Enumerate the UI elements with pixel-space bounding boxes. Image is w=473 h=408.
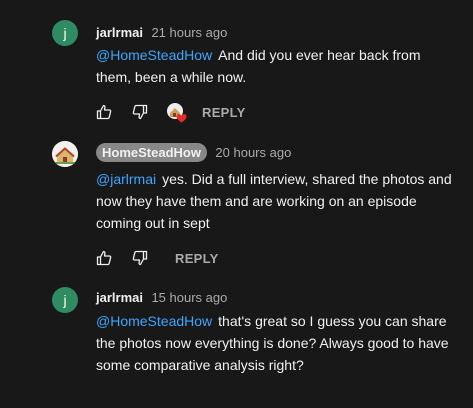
reply-button[interactable]: REPLY xyxy=(175,251,219,266)
dislike-icon[interactable] xyxy=(132,104,148,120)
avatar[interactable]: j xyxy=(52,20,78,46)
mention-link[interactable]: @HomeSteadHow xyxy=(96,313,212,329)
comment-text: @HomeSteadHow And did you ever hear back … xyxy=(96,47,421,85)
comment-header: jarlrmai 21 hours ago xyxy=(96,24,227,42)
mention-link[interactable]: @HomeSteadHow xyxy=(96,47,212,63)
like-icon[interactable] xyxy=(96,250,112,266)
timestamp[interactable]: 20 hours ago xyxy=(215,145,291,160)
avatar[interactable]: j xyxy=(52,287,78,313)
creator-heart-icon[interactable] xyxy=(166,102,187,123)
avatar[interactable] xyxy=(52,141,78,167)
like-icon[interactable] xyxy=(96,104,112,120)
mention-link[interactable]: @jarlrmai xyxy=(96,171,156,187)
comment-text: @jarlrmai yes. Did a full interview, shar… xyxy=(96,171,452,231)
author-name[interactable]: jarlrmai xyxy=(96,25,143,40)
dislike-icon[interactable] xyxy=(132,250,148,266)
comment-actions: REPLY xyxy=(96,100,246,124)
reply-button[interactable]: REPLY xyxy=(202,105,246,120)
timestamp[interactable]: 21 hours ago xyxy=(151,25,227,40)
channel-owner-badge[interactable]: HomeSteadHow xyxy=(96,143,207,162)
author-name[interactable]: jarlrmai xyxy=(96,290,143,305)
comment-actions: REPLY xyxy=(96,246,219,270)
timestamp[interactable]: 15 hours ago xyxy=(151,290,227,305)
comment-text: @HomeSteadHow that's great so I guess you… xyxy=(96,313,449,373)
comment-header: jarlrmai 15 hours ago xyxy=(96,289,227,307)
comment-header: HomeSteadHow 20 hours ago xyxy=(96,143,291,162)
